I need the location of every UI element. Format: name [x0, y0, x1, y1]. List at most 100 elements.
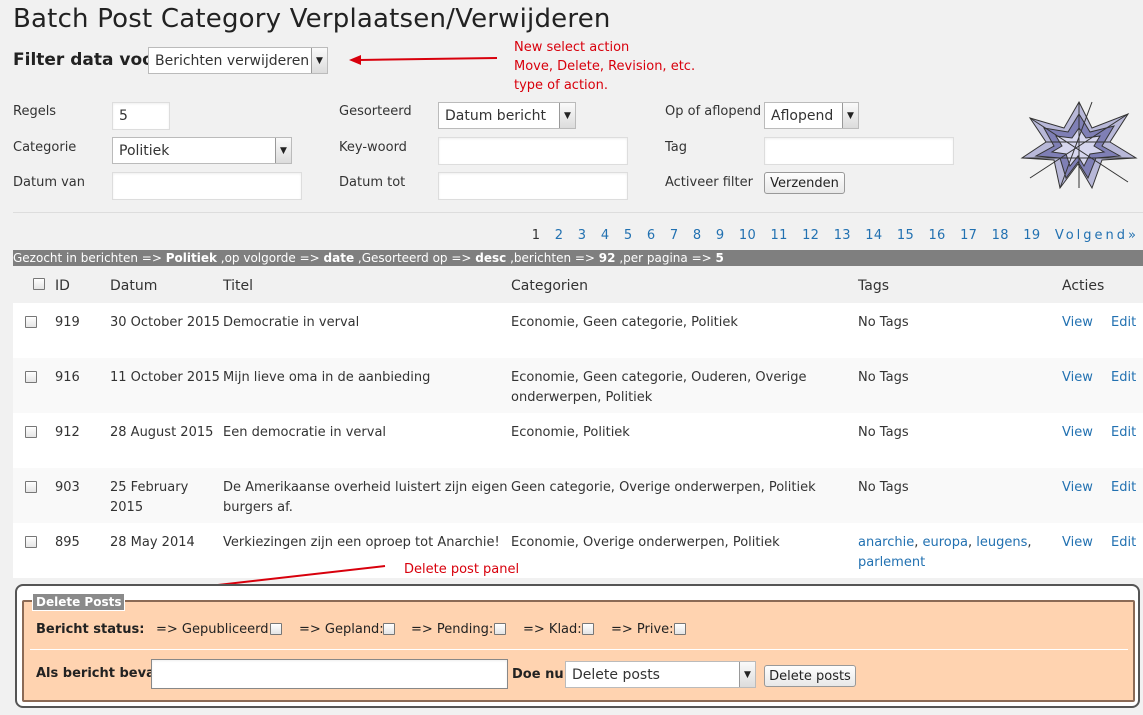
- status-option-label: => Prive:: [611, 622, 674, 637]
- datum-van-input[interactable]: [112, 172, 302, 200]
- status-klad-checkbox[interactable]: [582, 623, 594, 635]
- tag-link[interactable]: anarchie: [858, 535, 914, 550]
- row-checkbox[interactable]: [25, 316, 37, 328]
- doe-nu-select[interactable]: Delete posts ▼: [565, 661, 756, 688]
- summary-order: date: [323, 251, 355, 265]
- view-link[interactable]: View: [1062, 315, 1093, 330]
- summary-sort: desc: [475, 251, 507, 265]
- status-prive-checkbox[interactable]: [674, 623, 686, 635]
- page-link[interactable]: 13: [834, 228, 851, 243]
- row-checkbox[interactable]: [25, 371, 37, 383]
- cell-titel: Een democratie in verval: [223, 413, 511, 468]
- page-link[interactable]: 10: [739, 228, 756, 243]
- tag-link[interactable]: leugens: [976, 535, 1027, 550]
- edit-link[interactable]: Edit: [1111, 370, 1136, 385]
- page-link[interactable]: 11: [771, 228, 788, 243]
- star-logo-icon: [1020, 100, 1138, 190]
- annotation-line: type of action.: [514, 78, 608, 93]
- page-link[interactable]: 16: [928, 228, 945, 243]
- gesorteerd-value: Datum bericht: [445, 107, 547, 124]
- page-link[interactable]: 18: [992, 228, 1009, 243]
- row-checkbox-cell: [13, 523, 55, 578]
- status-option-label: => Gepubliceerd:: [156, 622, 273, 637]
- select-all-checkbox[interactable]: [33, 277, 45, 290]
- delete-posts-button[interactable]: Delete posts: [764, 665, 856, 687]
- cell-tags: No Tags: [858, 413, 1062, 468]
- page-link[interactable]: 2: [555, 228, 564, 243]
- chevron-down-icon: ▼: [559, 103, 575, 128]
- view-link[interactable]: View: [1062, 535, 1093, 550]
- summary-per-page: 5: [715, 251, 724, 265]
- summary-text: ,per pagina =>: [615, 251, 716, 265]
- chevron-down-icon: ▼: [311, 48, 327, 73]
- summary-category: Politiek: [165, 251, 217, 265]
- cell-id: 919: [55, 303, 110, 358]
- row-checkbox[interactable]: [25, 481, 37, 493]
- gesorteerd-select[interactable]: Datum bericht ▼: [438, 102, 576, 129]
- bericht-bevat-label: Als bericht bevat:: [36, 666, 167, 681]
- tag-label: Tag: [665, 140, 688, 155]
- tag-link[interactable]: parlement: [858, 555, 925, 570]
- cell-titel: De Amerikaanse overheid luistert zijn ei…: [223, 468, 511, 523]
- keywoord-input[interactable]: [438, 137, 628, 165]
- page-link[interactable]: 19: [1023, 228, 1040, 243]
- summary-text: ,Gesorteerd op =>: [354, 251, 476, 265]
- page-link[interactable]: 3: [578, 228, 587, 243]
- page-link[interactable]: 15: [897, 228, 914, 243]
- next-page-link[interactable]: Volgend»: [1055, 228, 1139, 243]
- edit-link[interactable]: Edit: [1111, 480, 1136, 495]
- page-link[interactable]: 9: [716, 228, 725, 243]
- doe-nu-label: Doe nu:: [512, 667, 569, 682]
- cell-view: View: [1062, 358, 1111, 413]
- edit-link[interactable]: Edit: [1111, 315, 1136, 330]
- filter-action-select[interactable]: Berichten verwijderen ▼: [148, 47, 328, 74]
- cell-edit: Edit: [1111, 523, 1143, 578]
- column-header-titel: Titel: [223, 277, 254, 294]
- view-link[interactable]: View: [1062, 480, 1093, 495]
- edit-link[interactable]: Edit: [1111, 535, 1136, 550]
- page-link[interactable]: 4: [601, 228, 610, 243]
- cell-categorien: Geen categorie, Overige onderwerpen, Pol…: [511, 468, 858, 523]
- row-checkbox[interactable]: [25, 536, 37, 548]
- cell-tags: anarchie, europa, leugens, parlement: [858, 523, 1062, 578]
- regels-input[interactable]: 5: [112, 102, 170, 130]
- cell-edit: Edit: [1111, 413, 1143, 468]
- column-header-acties: Acties: [1062, 277, 1105, 294]
- page-link[interactable]: 14: [865, 228, 882, 243]
- row-checkbox[interactable]: [25, 426, 37, 438]
- aflopend-select[interactable]: Aflopend ▼: [764, 102, 859, 129]
- categorie-select[interactable]: Politiek ▼: [112, 137, 292, 164]
- view-link[interactable]: View: [1062, 370, 1093, 385]
- categorie-label: Categorie: [13, 140, 77, 155]
- page-current: 1: [531, 228, 541, 243]
- table-row: 919 30 October 2015 Democratie in verval…: [13, 303, 1143, 358]
- verzenden-button[interactable]: Verzenden: [764, 172, 845, 194]
- delete-posts-legend: Delete Posts: [32, 593, 126, 611]
- tag-link[interactable]: europa: [923, 535, 968, 550]
- page-link[interactable]: 5: [624, 228, 633, 243]
- datum-tot-input[interactable]: [438, 172, 628, 200]
- bericht-bevat-input[interactable]: [151, 659, 508, 689]
- chevron-down-icon: ▼: [842, 103, 858, 128]
- status-gepubliceerd-checkbox[interactable]: [270, 623, 282, 635]
- page-link[interactable]: 12: [802, 228, 819, 243]
- view-link[interactable]: View: [1062, 425, 1093, 440]
- gesorteerd-label: Gesorteerd: [339, 104, 412, 119]
- doe-nu-value: Delete posts: [572, 666, 660, 683]
- tag-input[interactable]: [764, 137, 954, 165]
- cell-datum: 11 October 2015: [110, 358, 223, 413]
- aflopend-label: Op of aflopend: [665, 104, 762, 119]
- cell-categorien: Economie, Overige onderwerpen, Politiek: [511, 523, 858, 578]
- cell-tags: No Tags: [858, 303, 1062, 358]
- page-link[interactable]: 6: [647, 228, 656, 243]
- panel-divider: [30, 649, 1128, 650]
- status-pending-checkbox[interactable]: [494, 623, 506, 635]
- summary-text: Gezocht in berichten =>: [13, 251, 166, 265]
- cell-tags: No Tags: [858, 468, 1062, 523]
- page-link[interactable]: 8: [693, 228, 702, 243]
- edit-link[interactable]: Edit: [1111, 425, 1136, 440]
- status-gepland-checkbox[interactable]: [383, 623, 395, 635]
- page-link[interactable]: 17: [960, 228, 977, 243]
- page-link[interactable]: 7: [670, 228, 679, 243]
- cell-id: 912: [55, 413, 110, 468]
